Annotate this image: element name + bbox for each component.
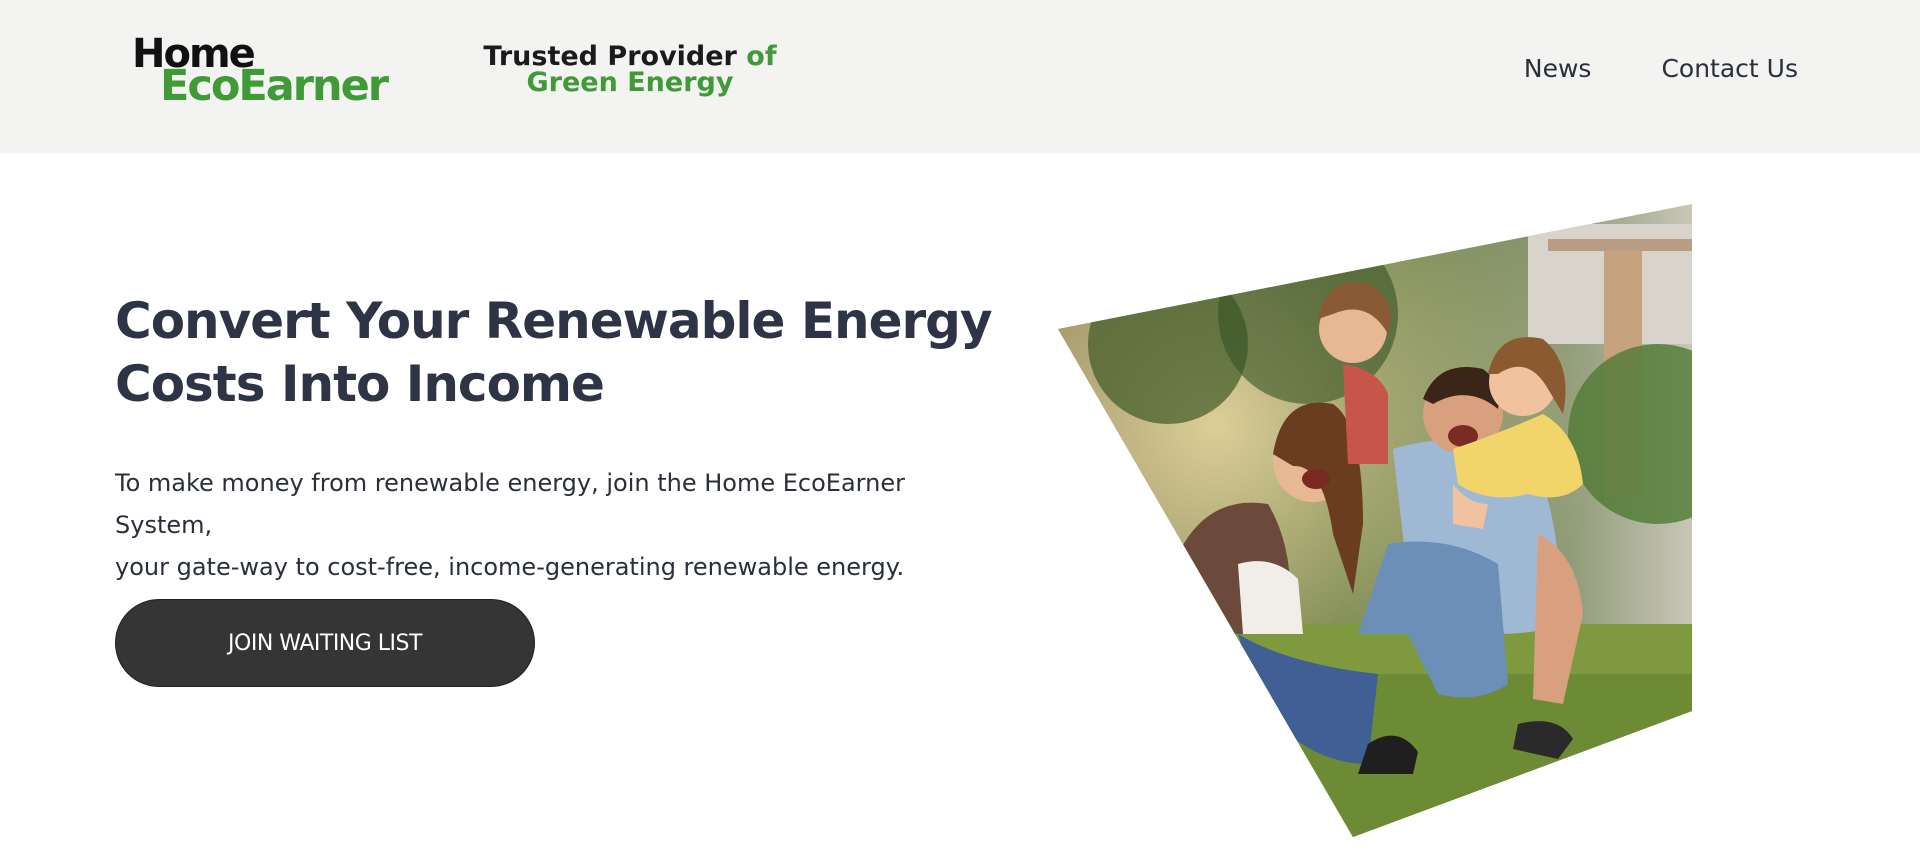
tagline: Trusted Provider of Green Energy: [480, 41, 780, 98]
nav-news-link[interactable]: News: [1524, 54, 1592, 83]
tagline-of: of: [746, 41, 777, 72]
hero-title: Convert Your Renewable Energy Costs Into…: [115, 290, 995, 416]
site-header: Home EcoEarner Trusted Provider of Green…: [0, 0, 1920, 153]
family-hero-image: [1058, 204, 1692, 837]
hero-description-line1: To make money from renewable energy, joi…: [115, 469, 905, 539]
logo[interactable]: Home EcoEarner: [132, 34, 392, 110]
join-waiting-list-button[interactable]: JOIN WAITING LIST: [115, 599, 535, 687]
hero-title-line2: Costs Into Income: [115, 355, 605, 413]
main-nav: News Contact Us: [1524, 54, 1798, 83]
hero-description-line2: your gate-way to cost-free, income-gener…: [115, 553, 905, 581]
logo-ecoearner-text: EcoEarner: [160, 61, 389, 111]
hero-description: To make money from renewable energy, joi…: [115, 462, 975, 588]
tagline-green-energy: Green Energy: [526, 67, 734, 98]
nav-contact-us-link[interactable]: Contact Us: [1661, 54, 1798, 83]
hero-title-line1: Convert Your Renewable Energy: [115, 292, 993, 350]
